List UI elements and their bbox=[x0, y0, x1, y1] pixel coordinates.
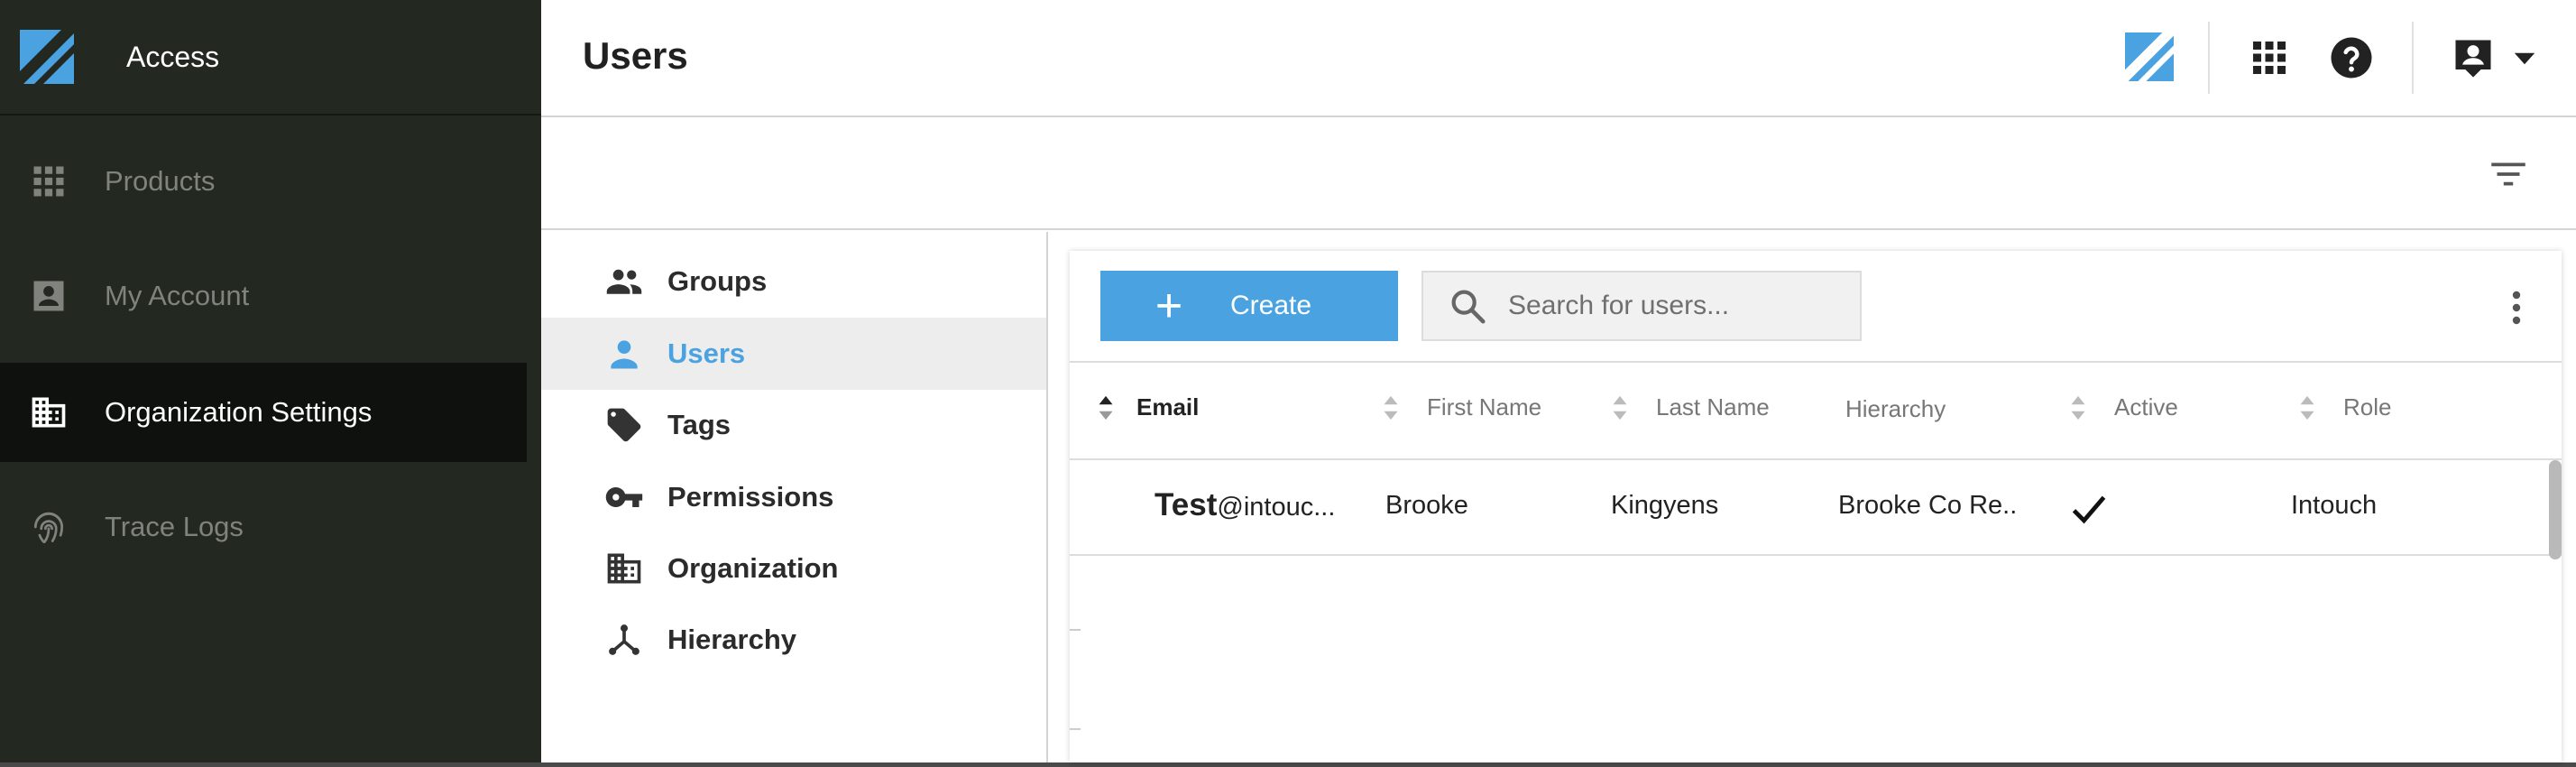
search-input[interactable] bbox=[1508, 291, 1851, 321]
email-highlight: Test bbox=[1155, 487, 1218, 522]
subnav-item-organization[interactable]: Organization bbox=[541, 532, 1046, 605]
column-header-hierarchy: Hierarchy bbox=[1845, 395, 1946, 423]
user-search bbox=[1421, 271, 1862, 341]
toolbar-divider bbox=[2208, 22, 2210, 94]
left-navigation: Access Products My Account Organization … bbox=[0, 0, 541, 762]
table-scrollbar[interactable] bbox=[2549, 460, 2562, 559]
left-edge-marks bbox=[1070, 629, 1081, 730]
cell-role: Intouch bbox=[2291, 491, 2378, 520]
hierarchy-icon bbox=[604, 620, 644, 660]
sort-icon bbox=[1099, 395, 1113, 420]
sort-icon bbox=[2071, 395, 2085, 420]
cell-email: Test@intouc... bbox=[1155, 487, 1335, 523]
column-header-label: Role bbox=[2343, 393, 2392, 420]
cell-first-name: Brooke bbox=[1385, 491, 1468, 520]
subnav-item-tags[interactable]: Tags bbox=[541, 389, 1046, 461]
nav-item-label: Products bbox=[105, 165, 216, 197]
access-logo-icon[interactable] bbox=[2125, 32, 2174, 81]
building-icon bbox=[29, 393, 69, 432]
account-box-icon[interactable] bbox=[2450, 34, 2497, 81]
cell-hierarchy: Brooke Co Re... bbox=[1838, 491, 2019, 520]
settings-subnav: Groups Users Tags Permissions Organizati… bbox=[541, 232, 1048, 762]
check-icon bbox=[2072, 495, 2106, 524]
cell-last-name: Kingyens bbox=[1611, 491, 1719, 520]
table-header: Email First Name Last Name Hierarchy Act… bbox=[1070, 361, 2562, 460]
filter-bar bbox=[541, 117, 2576, 230]
key-icon bbox=[604, 477, 644, 517]
main-area: Users Groups Users Tags Permissions Orga… bbox=[541, 0, 2576, 762]
column-header-label: Last Name bbox=[1656, 393, 1770, 420]
chevron-down-icon[interactable] bbox=[2511, 45, 2538, 72]
subnav-item-groups[interactable]: Groups bbox=[541, 245, 1046, 318]
top-bar: Users bbox=[541, 0, 2576, 117]
more-options-icon[interactable] bbox=[2509, 289, 2524, 327]
nav-item-trace-logs[interactable]: Trace Logs bbox=[0, 477, 527, 577]
column-header-label: First Name bbox=[1427, 393, 1542, 420]
column-header-role[interactable]: Role bbox=[2298, 393, 2391, 421]
apps-grid-icon[interactable] bbox=[2248, 36, 2291, 79]
subnav-item-hierarchy[interactable]: Hierarchy bbox=[541, 604, 1046, 676]
subnav-item-label: Users bbox=[667, 337, 746, 369]
subnav-item-label: Organization bbox=[667, 552, 839, 584]
create-user-button[interactable]: + Create bbox=[1100, 271, 1398, 341]
tag-icon bbox=[604, 405, 644, 445]
nav-item-label: Organization Settings bbox=[105, 396, 373, 428]
help-icon[interactable] bbox=[2327, 33, 2376, 82]
page-title: Users bbox=[583, 34, 688, 77]
nav-item-label: My Account bbox=[105, 280, 250, 311]
email-rest: @intouc... bbox=[1217, 493, 1335, 522]
column-header-last-name[interactable]: Last Name bbox=[1611, 393, 1770, 421]
groups-icon bbox=[604, 262, 644, 301]
nav-item-label: Trace Logs bbox=[105, 511, 244, 542]
column-header-label: Active bbox=[2114, 393, 2178, 420]
sort-icon bbox=[1384, 395, 1398, 420]
top-bar-actions bbox=[2035, 0, 2576, 116]
create-button-label: Create bbox=[1230, 291, 1312, 320]
person-icon bbox=[604, 334, 644, 374]
search-icon bbox=[1451, 290, 1486, 324]
account-box-icon bbox=[29, 276, 69, 316]
toolbar-divider bbox=[2412, 22, 2414, 94]
column-header-email[interactable]: Email bbox=[1097, 393, 1199, 421]
brand-header[interactable]: Access bbox=[0, 0, 541, 116]
app-title: Access bbox=[126, 40, 220, 73]
plus-icon: + bbox=[1155, 280, 1183, 332]
subnav-item-permissions[interactable]: Permissions bbox=[541, 461, 1046, 533]
access-logo-icon bbox=[20, 30, 74, 84]
column-header-active[interactable]: Active bbox=[2069, 393, 2178, 421]
apps-grid-icon bbox=[29, 162, 69, 201]
subnav-item-label: Groups bbox=[667, 265, 768, 297]
users-table-card: + Create Email First Name Last Name Hie bbox=[1070, 251, 2562, 762]
sort-icon bbox=[1613, 395, 1627, 420]
subnav-item-label: Tags bbox=[667, 409, 731, 440]
building-icon bbox=[604, 549, 644, 588]
nav-item-my-account[interactable]: My Account bbox=[0, 246, 527, 346]
filter-icon[interactable] bbox=[2486, 152, 2531, 197]
table-row[interactable]: Test@intouc... Brooke Kingyens Brooke Co… bbox=[1070, 460, 2562, 556]
sort-icon bbox=[2300, 395, 2314, 420]
subnav-item-label: Hierarchy bbox=[667, 624, 797, 655]
fingerprint-icon bbox=[29, 507, 69, 547]
subnav-item-label: Permissions bbox=[667, 481, 834, 513]
column-header-label: Email bbox=[1136, 393, 1200, 420]
column-header-first-name[interactable]: First Name bbox=[1382, 393, 1541, 421]
nav-item-products[interactable]: Products bbox=[0, 132, 527, 231]
subnav-item-users[interactable]: Users bbox=[541, 318, 1046, 390]
nav-item-organization-settings[interactable]: Organization Settings bbox=[0, 363, 527, 462]
column-header-label: Hierarchy bbox=[1845, 395, 1946, 422]
